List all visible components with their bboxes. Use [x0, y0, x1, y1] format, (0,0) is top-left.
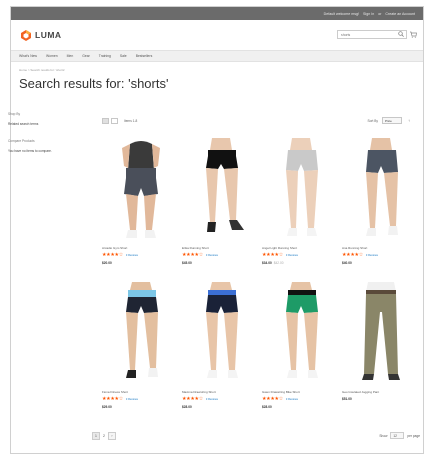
breadcrumb[interactable]: Home > Search results for: 'shorts' [11, 62, 423, 74]
product-price: $29.00 [102, 405, 112, 409]
product-price: $40.00 [342, 261, 352, 265]
product-name[interactable]: Angel Light Running Short [262, 246, 340, 250]
luma-logo-icon [21, 29, 31, 41]
per-page-label: per page [407, 433, 420, 438]
shop-by-heading: Shop By [8, 112, 21, 116]
product-photo[interactable] [182, 282, 260, 386]
product-rating: ★★★★☆ 3 Reviews [262, 397, 340, 402]
product-photo[interactable] [102, 282, 180, 386]
rating-stars: ★★★★☆ [262, 396, 283, 402]
nav-item-sale[interactable]: Sale [120, 54, 127, 58]
next-page-button[interactable]: › [107, 432, 116, 440]
product-item[interactable]: Maxima Drawstring Short ★★★★☆ 3 Reviews … [182, 282, 260, 409]
reviews-link[interactable]: 3 Reviews [206, 254, 218, 257]
special-price: $34.00 [262, 261, 272, 265]
product-price: $28.00 [262, 405, 272, 409]
product-name[interactable]: Maxima Drawstring Short [182, 390, 260, 394]
page-title: Search results for: 'shorts' [19, 76, 169, 91]
product-rating: ★★★★☆ 3 Reviews [182, 253, 260, 258]
reviews-link[interactable]: 3 Reviews [206, 398, 218, 401]
product-photo[interactable] [182, 138, 260, 242]
product-rating: ★★★★☆ 3 Reviews [182, 397, 260, 402]
search-icon[interactable] [398, 31, 404, 37]
product-rating: ★★★★☆ 3 Reviews [342, 253, 420, 258]
product-rating: ★★★★☆ 3 Reviews [262, 253, 340, 258]
old-price: $42.00 [273, 261, 284, 265]
site-header: LUMA shorts [11, 20, 423, 50]
top-bar: Default welcome msg! Sign In or Create a… [11, 7, 423, 20]
product-name[interactable]: Fiona Fitness Short [102, 390, 180, 394]
page-2-link[interactable]: 2 [103, 434, 105, 438]
or-text: or [378, 11, 382, 16]
reviews-link[interactable]: 3 Reviews [126, 254, 138, 257]
product-photo[interactable] [102, 138, 180, 242]
product-name[interactable]: Ana Running Short [342, 246, 420, 250]
product-price: $45.00 [182, 261, 192, 265]
list-view-icon[interactable] [111, 118, 118, 124]
sign-in-link[interactable]: Sign In [363, 12, 374, 16]
rating-stars: ★★★★☆ [182, 396, 203, 402]
reviews-link[interactable]: 3 Reviews [126, 398, 138, 401]
grid-view-icon[interactable] [102, 118, 109, 124]
compare-heading: Compare Products [8, 139, 35, 143]
nav-item-men[interactable]: Men [67, 54, 74, 58]
product-photo[interactable] [342, 282, 420, 386]
product-item[interactable]: Gwen Drawstring Bike Short ★★★★☆ 3 Revie… [262, 282, 340, 409]
rating-stars: ★★★★☆ [182, 252, 203, 258]
product-photo[interactable] [262, 282, 340, 386]
nav-item-bestsellers[interactable]: Bestsellers [136, 54, 153, 58]
rating-stars: ★★★★☆ [262, 252, 283, 258]
sort-select[interactable]: Price [382, 117, 402, 124]
products-toolbar: Items 1-8 Sort By Price ↑ [92, 117, 412, 128]
cart-icon[interactable] [409, 30, 417, 38]
rating-stars: ★★★★☆ [102, 396, 123, 402]
product-name[interactable]: Gwen Drawstring Bike Short [262, 390, 340, 394]
product-rating: ★★★★☆ 3 Reviews [102, 253, 180, 258]
welcome-text: Default welcome msg! [323, 11, 360, 16]
product-price: $20.00 [102, 261, 112, 265]
product-name[interactable]: Geo Insulated Jogging Pant [342, 390, 420, 394]
product-item[interactable]: Ana Running Short ★★★★☆ 3 Reviews $40.00 [342, 138, 420, 265]
product-item[interactable]: Angel Light Running Short ★★★★☆ 3 Review… [262, 138, 340, 265]
product-price: $34.00 $42.00 [262, 261, 340, 265]
search-input[interactable]: shorts [337, 30, 407, 39]
nav-item-training[interactable]: Training [99, 54, 111, 58]
page-1-button[interactable]: 1 [92, 432, 100, 440]
main-nav: What's New Women Men Gear Training Sale … [11, 50, 423, 62]
product-item[interactable]: Arcadio Gym Short ★★★★☆ 3 Reviews $20.00 [102, 138, 180, 265]
product-name[interactable]: Arcadio Gym Short [102, 246, 180, 250]
product-photo[interactable] [342, 138, 420, 242]
product-item[interactable]: Erika Running Short ★★★★☆ 3 Reviews $45.… [182, 138, 260, 265]
limiter: Show 12 per page [376, 432, 420, 439]
nav-item-women[interactable]: Women [46, 54, 58, 58]
create-account-link[interactable]: Create an Account [385, 12, 415, 16]
sort-direction-icon[interactable]: ↑ [408, 118, 410, 123]
product-price: $51.00 [342, 397, 352, 401]
sidebar: Shop By Related search terms Compare Pro… [8, 112, 88, 166]
product-rating: ★★★★☆ 3 Reviews [102, 397, 180, 402]
pagination: 1 2 › [92, 432, 119, 440]
reviews-link[interactable]: 3 Reviews [286, 398, 298, 401]
product-photo[interactable] [262, 138, 340, 242]
rating-stars: ★★★★☆ [102, 252, 123, 258]
product-item[interactable]: Fiona Fitness Short ★★★★☆ 3 Reviews $29.… [102, 282, 180, 409]
logo-text: LUMA [35, 30, 62, 40]
logo[interactable]: LUMA [21, 29, 62, 41]
reviews-link[interactable]: 3 Reviews [366, 254, 378, 257]
reviews-link[interactable]: 3 Reviews [286, 254, 298, 257]
sort-value: Price [385, 119, 392, 123]
limiter-select[interactable]: 12 [390, 432, 405, 439]
product-price: $28.00 [182, 405, 192, 409]
compare-empty-text: You have no items to compare. [8, 149, 52, 153]
product-name[interactable]: Erika Running Short [182, 246, 260, 250]
items-count: Items 1-8 [124, 119, 138, 123]
show-label: Show [379, 433, 388, 438]
related-search-terms[interactable]: Related search terms [8, 122, 88, 127]
rating-stars: ★★★★☆ [342, 252, 363, 258]
nav-item-whats-new[interactable]: What's New [19, 54, 37, 58]
product-item[interactable]: Geo Insulated Jogging Pant $51.00 [342, 282, 420, 401]
sort-label: Sort By [367, 119, 378, 123]
nav-item-gear[interactable]: Gear [82, 54, 90, 58]
